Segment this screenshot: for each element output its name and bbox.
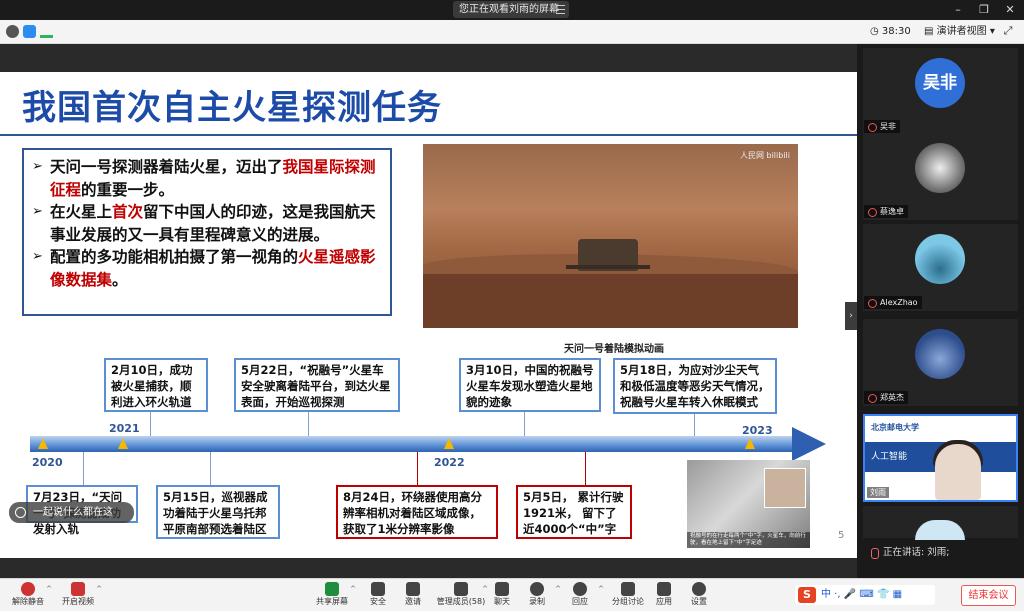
presentation-slide: 我国首次自主火星探测任务 天问一号探测器着陆火星，迈出了我国星际探测征程的重要一… — [0, 72, 857, 558]
apps-icon — [657, 582, 671, 596]
minimize-icon[interactable]: – — [950, 2, 966, 18]
lander-icon — [566, 239, 650, 271]
record-icon — [530, 582, 544, 596]
participant-tile[interactable]: 郑英杰 — [863, 319, 1018, 406]
bullet-box: 天问一号探测器着陆火星，迈出了我国星际探测征程的重要一步。 在火星上首次留下中国… — [22, 148, 392, 316]
avatar — [915, 143, 965, 193]
rover-inset-image — [764, 468, 806, 508]
connector-line — [150, 410, 151, 436]
participant-tile[interactable]: 吴非 吴非 — [863, 48, 1018, 135]
chat-toast[interactable]: 一起说什么都在这 — [9, 502, 134, 523]
connector-line — [585, 452, 586, 486]
participant-name: 郑英杰 — [864, 391, 908, 404]
participant-tile[interactable]: AlexZhao — [863, 224, 1018, 311]
fullscreen-icon[interactable]: ⤢ — [1000, 24, 1016, 40]
photo-watermark: 人民网 bilibili — [739, 151, 790, 160]
connector-line — [417, 452, 418, 486]
shield-icon[interactable] — [23, 25, 36, 38]
connector-line — [524, 410, 525, 436]
university-logo: 北京邮电大学 — [871, 423, 919, 432]
event-2021-may22: 5月22日，“祝融号”火星车安全驶离着陆平台，到达火星表面，开始巡视探测 — [234, 358, 400, 412]
meeting-timer: ◷ 38:30 — [870, 26, 911, 37]
year-label-2022: 2022 — [434, 456, 465, 469]
shield-icon — [371, 582, 385, 596]
active-speaker-video[interactable]: 北京邮电大学 人工智能 刘雨 — [863, 414, 1018, 502]
view-mode-button[interactable]: ▤ 演讲者视图 ▾ — [924, 24, 995, 40]
info-icon[interactable] — [6, 25, 19, 38]
restore-icon[interactable]: ❐ — [976, 2, 992, 18]
share-status-text: 您正在观看刘雨的屏幕 — [459, 4, 559, 15]
connector-line — [694, 412, 695, 436]
screen-share-status[interactable]: 您正在观看刘雨的屏幕 — [453, 1, 569, 18]
breakout-icon — [621, 582, 635, 596]
avatar — [915, 329, 965, 379]
year-label-2020: 2020 — [32, 456, 63, 469]
event-2021-feb10: 2月10日，成功被火星捕获，顺利进入环火轨道 — [104, 358, 208, 412]
year-label-2023: 2023 — [742, 424, 773, 437]
collapse-panel-button[interactable]: › — [845, 302, 857, 330]
bullet-item: 配置的多功能相机拍摄了第一视角的火星遥感影像数据集。 — [32, 246, 384, 291]
share-screen-icon — [325, 582, 339, 596]
year-marker — [38, 438, 48, 449]
event-2021-may15: 5月15日，巡视器成功着陆于火星乌托邦平原南部预选着陆区 — [156, 485, 280, 539]
event-2022-aug24: 8月24日，环绕器使用高分辨率相机对着陆区域成像，获取了1米分辨率影像 — [336, 485, 498, 539]
title-bar: 您正在观看刘雨的屏幕 – ❐ ✕ — [0, 0, 1024, 20]
speaker-video-feed — [935, 444, 981, 500]
connector-line — [308, 410, 309, 436]
participant-name: 吴非 — [864, 120, 900, 133]
menu-icon[interactable] — [556, 5, 565, 14]
connector-line — [83, 452, 84, 486]
event-2023-may5: 5月5日， 累计行驶1921米， 留下了近4000个“中”字 — [516, 485, 632, 539]
emoji-icon — [573, 582, 587, 596]
photo-caption: 天问一号着陆模拟动画 — [564, 344, 664, 355]
meeting-toolbar: ◷ 38:30 ▤ 演讲者视图 ▾ ⤢ — [0, 20, 1024, 44]
timeline-bar — [30, 436, 792, 452]
year-marker — [745, 438, 755, 449]
avatar — [915, 520, 965, 540]
avatar — [915, 234, 965, 284]
bullet-item: 在火星上首次留下中国人的印迹，这是我国航天事业发展的又一具有里程碑意义的进展。 — [32, 201, 384, 246]
bullet-item: 天问一号探测器着陆火星，迈出了我国星际探测征程的重要一步。 — [32, 156, 384, 201]
year-marker — [118, 438, 128, 449]
chat-bubble-icon — [15, 507, 26, 518]
slide-page-number: 5 — [838, 530, 845, 541]
timeline-arrowhead — [792, 427, 826, 461]
participant-tile[interactable] — [863, 506, 1018, 540]
end-meeting-button[interactable]: 结束会议 — [961, 585, 1016, 606]
camera-off-icon — [71, 582, 85, 596]
year-marker — [444, 438, 454, 449]
event-2022-mar10: 3月10日，中国的祝融号火星车发现水塑造火星地貌的迹象 — [459, 358, 601, 412]
bottom-toolbar: 解除静音 ^ 开启视频 ^ 共享屏幕 ^ 安全 邀请 管理成员(58) ^ 聊天 录制 ^… — [0, 578, 1024, 611]
gear-icon — [692, 582, 706, 596]
title-divider — [0, 134, 857, 136]
close-icon[interactable]: ✕ — [1002, 2, 1018, 18]
unmute-button[interactable]: 解除静音 ^ — [0, 581, 56, 611]
lander-animation-image: 人民网 bilibili — [423, 144, 798, 328]
mic-muted-icon — [21, 582, 35, 596]
year-label-2021: 2021 — [109, 422, 140, 435]
avatar: 吴非 — [915, 58, 965, 108]
sogou-logo-icon: S — [798, 587, 816, 603]
signal-icon[interactable] — [40, 25, 53, 38]
participant-name: AlexZhao — [864, 296, 922, 309]
start-video-button[interactable]: 开启视频 ^ — [50, 581, 106, 611]
invite-icon — [406, 582, 420, 596]
event-2023-may18: 5月18日，为应对沙尘天气和极低温度等恶劣天气情况，祝融号火星车转入休眠模式 — [613, 358, 777, 414]
participant-name: 刘雨 — [867, 487, 889, 498]
participant-name: 蔡逸卓 — [864, 205, 908, 218]
shared-screen-area: 我国首次自主火星探测任务 天问一号探测器着陆火星，迈出了我国星际探测征程的重要一… — [0, 44, 857, 578]
input-method-bar[interactable]: S 中 ·, 🎤 ⌨ 👕 ▦ — [795, 585, 935, 605]
participant-tile[interactable]: 蔡逸卓 — [863, 133, 1018, 220]
slide-title: 我国首次自主火星探测任务 — [22, 88, 442, 128]
rover-tracks-image: 祝融号的在行走每两个“中”字，火星车，向前行驶，看在地上留下“中”字足迹 — [687, 460, 810, 548]
settings-button[interactable]: 设置 — [671, 581, 727, 611]
rover-photo-caption: 祝融号的在行走每两个“中”字，火星车，向前行驶，看在地上留下“中”字足迹 — [687, 532, 810, 548]
connector-line — [210, 452, 211, 486]
chat-icon — [495, 582, 509, 596]
participants-icon — [454, 582, 468, 596]
meeting-window: 您正在观看刘雨的屏幕 – ❐ ✕ ◷ 38:30 ▤ 演讲者视图 ▾ ⤢ 我国首… — [0, 0, 1024, 611]
speaking-indicator: 正在讲话: 刘雨; — [865, 542, 1015, 564]
